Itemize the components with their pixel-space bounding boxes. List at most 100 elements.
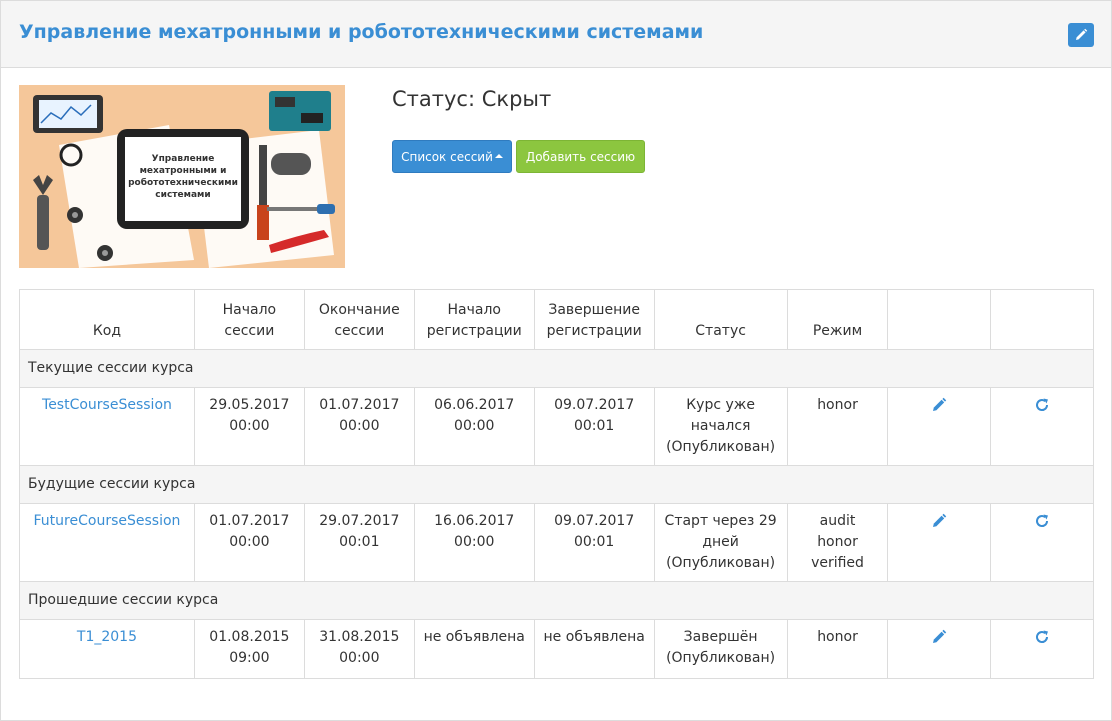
registration-end-cell: 09.07.2017 00:01 <box>533 503 655 582</box>
session-start-cell-line: 00:00 <box>229 534 270 550</box>
session-mode-cell-line: honor <box>817 397 858 413</box>
session-start-cell: 01.07.2017 00:00 <box>193 503 305 582</box>
registration-start-cell: 06.06.2017 00:00 <box>413 387 535 466</box>
refresh-cell <box>990 387 1094 466</box>
session-status-cell-line: дней <box>702 534 739 550</box>
pencil-icon[interactable] <box>931 513 947 536</box>
registration-start-cell: 16.06.2017 00:00 <box>413 503 535 582</box>
session-mode-cell: honor <box>786 619 889 679</box>
course-title: Управление мехатронными и робототехничес… <box>19 21 704 43</box>
session-start-cell-line: 00:00 <box>229 418 270 434</box>
add-session-label: Добавить сессию <box>525 149 636 164</box>
session-start-cell: 29.05.2017 00:00 <box>193 387 305 466</box>
session-end-cell-line: 29.07.2017 <box>319 513 400 529</box>
pencil-icon[interactable] <box>931 397 947 420</box>
course-image: Управление мехатронными и робототехничес… <box>19 85 345 268</box>
session-code-cell: FutureCourseSession <box>19 503 195 582</box>
registration-start-cell-line: 06.06.2017 <box>434 397 515 413</box>
session-start-cell-line: 09:00 <box>229 650 270 666</box>
registration-start-cell-line: 16.06.2017 <box>434 513 515 529</box>
session-end-cell: 31.08.2015 00:00 <box>303 619 415 679</box>
svg-text:робототехническими: робототехническими <box>128 177 238 188</box>
col-header-session-start: Начало сессии <box>193 289 305 350</box>
session-mode-cell-line: honor <box>817 629 858 645</box>
registration-end-cell: не объявлена <box>533 619 655 679</box>
registration-end-cell-line: 09.07.2017 <box>554 513 635 529</box>
sessions-list-label: Список сессий <box>401 149 493 164</box>
table-row: FutureCourseSession 01.07.2017 00:00 29.07.… <box>19 503 1094 582</box>
session-status-cell-line: (Опубликован) <box>666 439 776 455</box>
session-group-row: Будущие сессии курса <box>19 465 1094 504</box>
session-group-title: Текущие сессии курса <box>19 349 1094 388</box>
session-end-cell: 01.07.2017 00:00 <box>303 387 415 466</box>
session-status-cell-line: Курс уже <box>686 397 755 413</box>
session-start-cell-line: 01.07.2017 <box>209 513 290 529</box>
table-row: TestCourseSession 29.05.2017 00:00 01.07.20… <box>19 387 1094 466</box>
session-code-link[interactable]: TestCourseSession <box>42 397 172 413</box>
edit-cell <box>887 503 992 582</box>
registration-start-cell: не объявлена <box>413 619 535 679</box>
col-header-status: Статус <box>653 289 788 350</box>
registration-start-cell-line: не объявлена <box>423 629 525 645</box>
registration-end-cell-line: 09.07.2017 <box>554 397 635 413</box>
refresh-icon[interactable] <box>1034 629 1050 652</box>
col-header-session-end: Окончание сессии <box>303 289 415 350</box>
session-status-cell: Старт через 29 дней (Опубликован) <box>653 503 788 582</box>
col-header-registration-start: Начало регистрации <box>413 289 535 350</box>
registration-end-cell-line: 00:01 <box>573 418 615 434</box>
session-code-cell: TestCourseSession <box>19 387 195 466</box>
session-end-cell-line: 31.08.2015 <box>319 629 400 645</box>
session-status-cell-line: (Опубликован) <box>666 555 776 571</box>
refresh-icon[interactable] <box>1034 513 1050 536</box>
session-code-link[interactable]: T1_2015 <box>77 629 137 645</box>
session-status-cell-line: (Опубликован) <box>666 650 776 666</box>
session-group-title: Будущие сессии курса <box>19 465 1094 504</box>
session-code-cell: T1_2015 <box>19 619 195 679</box>
svg-text:системами: системами <box>155 190 210 200</box>
panel-header: Управление мехатронными и робототехничес… <box>1 1 1111 68</box>
session-start-cell-line: 29.05.2017 <box>209 397 290 413</box>
col-header-code: Код <box>19 289 195 350</box>
registration-end-cell: 09.07.2017 00:01 <box>533 387 655 466</box>
session-mode-cell: audit honor verified <box>786 503 889 582</box>
refresh-cell <box>990 619 1094 679</box>
session-status-cell: Курс уже начался (Опубликован) <box>653 387 788 466</box>
session-status-cell: Завершён (Опубликован) <box>653 619 788 679</box>
registration-start-cell-line: 00:00 <box>454 418 495 434</box>
session-code-link[interactable]: FutureCourseSession <box>34 513 181 529</box>
col-header-refresh <box>990 289 1094 350</box>
registration-start-cell-line: 00:00 <box>454 534 495 550</box>
course-panel: Управление мехатронными и робототехничес… <box>0 0 1112 721</box>
svg-text:мехатронными и: мехатронными и <box>140 166 227 176</box>
session-mode-cell-line: honor <box>817 534 858 550</box>
edit-cell <box>887 619 992 679</box>
registration-end-cell-line: не объявлена <box>543 629 645 645</box>
pencil-icon[interactable] <box>931 629 947 652</box>
col-header-mode: Режим <box>786 289 889 350</box>
session-group-row: Прошедшие сессии курса <box>19 581 1094 620</box>
session-status-cell-line: начался <box>690 418 751 434</box>
sessions-list-button[interactable]: Список сессий <box>392 140 512 173</box>
add-session-button[interactable]: Добавить сессию <box>516 140 645 173</box>
edit-cell <box>887 387 992 466</box>
registration-end-cell-line: 00:01 <box>573 534 615 550</box>
session-mode-cell-line: audit <box>819 513 856 529</box>
refresh-icon[interactable] <box>1034 397 1050 420</box>
table-header-row: Код Начало сессии Окончание сессии Начало р… <box>19 289 1094 350</box>
svg-text:Управление: Управление <box>152 154 215 164</box>
session-end-cell-line: 00:00 <box>339 418 380 434</box>
edit-course-button[interactable] <box>1068 23 1094 47</box>
col-header-edit <box>887 289 992 350</box>
refresh-cell <box>990 503 1094 582</box>
session-status-cell-line: Старт через 29 <box>664 513 777 529</box>
course-status: Статус: Скрыт <box>392 87 552 111</box>
caret-up-icon <box>494 153 503 158</box>
session-end-cell-line: 00:00 <box>339 650 380 666</box>
session-group-title: Прошедшие сессии курса <box>19 581 1094 620</box>
session-end-cell-line: 00:01 <box>339 534 380 550</box>
sessions-table: Код Начало сессии Окончание сессии Начало р… <box>19 289 1094 679</box>
pencil-icon <box>1076 28 1088 40</box>
table-row: T1_2015 01.08.2015 09:00 31.08.2015 00:00 не … <box>19 619 1094 679</box>
col-header-registration-end: Завершение регистрации <box>533 289 655 350</box>
session-start-cell-line: 01.08.2015 <box>209 629 290 645</box>
